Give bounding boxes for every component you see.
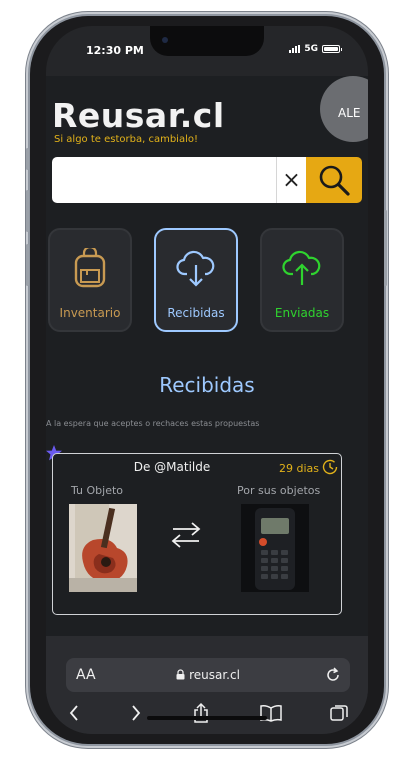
- reload-icon[interactable]: [324, 666, 342, 684]
- radio-photo: [241, 504, 309, 592]
- clear-search-button[interactable]: ×: [276, 157, 306, 203]
- phone-screen: 12:30 PM 5G ALE Reusar.cl Si algo te est…: [46, 26, 368, 734]
- share-button[interactable]: [188, 700, 214, 726]
- clock-icon: [322, 459, 338, 475]
- your-item-image[interactable]: [69, 504, 137, 592]
- forward-button[interactable]: [123, 700, 149, 726]
- back-button[interactable]: [61, 700, 87, 726]
- brand-tagline: Si algo te estorba, cambialo!: [54, 134, 198, 145]
- search-input[interactable]: [52, 157, 276, 203]
- notch: [150, 26, 264, 56]
- proposal-card[interactable]: De @Matilde 29 dias Tu Objeto Por sus ob…: [52, 453, 342, 615]
- backpack-icon: [74, 248, 106, 288]
- cloud-download-icon: [176, 250, 215, 287]
- your-item-label: Tu Objeto: [71, 484, 124, 497]
- url-display[interactable]: reusar.cl: [66, 668, 350, 682]
- chevron-left-icon: [69, 705, 78, 721]
- user-initials: ALE: [338, 106, 361, 120]
- proposal-days-left: 29 dias: [278, 462, 319, 475]
- tabs-icon: [330, 705, 348, 721]
- section-subtitle: A la espera que aceptes o rechaces estas…: [46, 419, 260, 428]
- volume-down-button: [26, 244, 29, 286]
- share-icon: [194, 702, 208, 723]
- signal-icon: [289, 45, 301, 53]
- tile-label: Recibidas: [167, 306, 225, 320]
- search-button[interactable]: [306, 157, 362, 203]
- section-tiles: Inventario Recibidas Enviadas: [48, 228, 368, 332]
- proposal-sender: De @Matilde: [133, 460, 211, 474]
- tile-inventario[interactable]: Inventario: [48, 228, 132, 332]
- search-icon: [319, 165, 350, 196]
- cloud-upload-icon: [282, 250, 321, 285]
- address-bar[interactable]: AA reusar.cl: [66, 658, 350, 692]
- network-label: 5G: [304, 44, 318, 54]
- battery-icon: [322, 45, 342, 53]
- url-text: reusar.cl: [189, 668, 240, 682]
- status-indicators: 5G: [289, 44, 342, 54]
- their-items-label: Por sus objetos: [237, 484, 321, 497]
- power-button: [384, 210, 387, 286]
- camera-icon: [162, 37, 168, 43]
- bookmarks-button[interactable]: [258, 700, 284, 726]
- their-item-image[interactable]: [241, 504, 309, 592]
- search-bar: ×: [52, 157, 362, 203]
- status-time: 12:30 PM: [86, 44, 144, 57]
- home-indicator[interactable]: [147, 716, 267, 720]
- tabs-button[interactable]: [326, 700, 352, 726]
- brand-logo[interactable]: Reusar.cl: [52, 96, 225, 135]
- volume-up-button: [26, 190, 29, 232]
- tile-enviadas[interactable]: Enviadas: [260, 228, 344, 332]
- tile-label: Inventario: [59, 306, 121, 320]
- browser-nav: [46, 700, 368, 730]
- chevron-right-icon: [132, 705, 141, 721]
- tile-recibidas[interactable]: Recibidas: [154, 228, 238, 332]
- tile-label: Enviadas: [274, 306, 330, 320]
- swap-arrows-icon: [171, 522, 201, 548]
- guitar-photo: [69, 504, 137, 592]
- section-title: Recibidas: [159, 373, 255, 397]
- mute-switch: [26, 148, 29, 170]
- lock-icon: [176, 669, 185, 680]
